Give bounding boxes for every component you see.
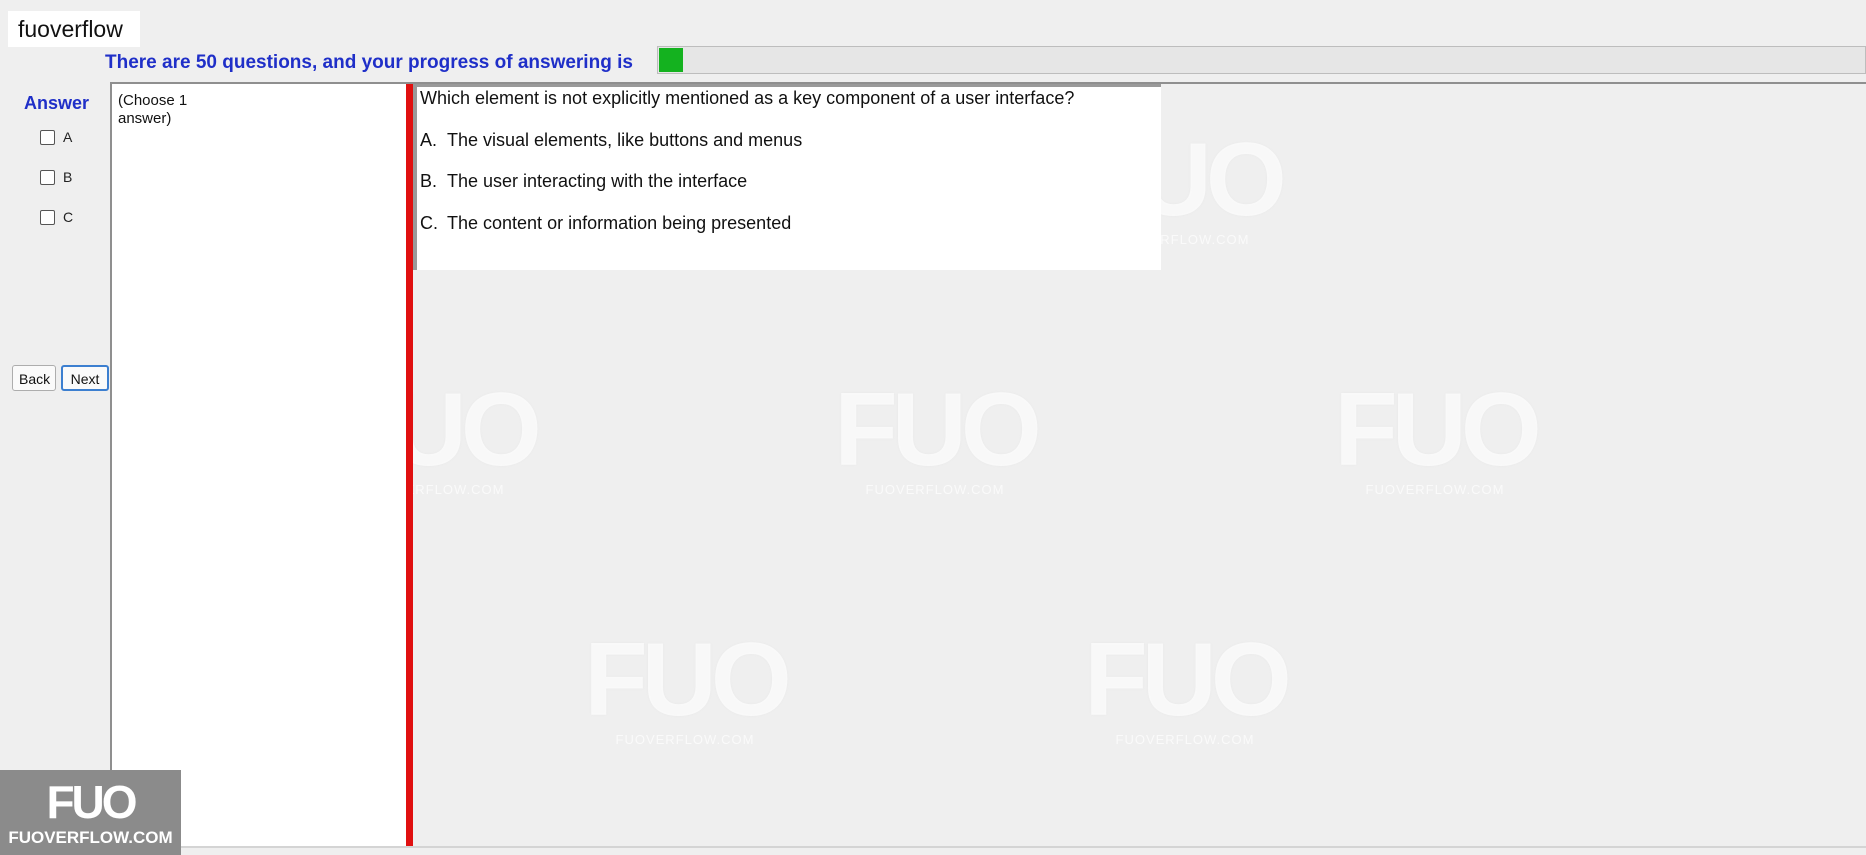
question-text: Which element is not explicitly mentione… (420, 88, 1075, 108)
next-button[interactable]: Next (61, 365, 109, 391)
progress-bar (657, 46, 1866, 74)
splitter[interactable] (406, 84, 413, 848)
instruction-panel (110, 84, 408, 848)
checkbox[interactable] (40, 169, 55, 185)
question-option-a: A. The visual elements, like buttons and … (420, 130, 802, 151)
option-letter: A. (420, 130, 438, 150)
answer-option-b[interactable]: B (40, 169, 72, 185)
option-label: C (63, 209, 74, 225)
app-title: fuoverflow (8, 11, 140, 47)
option-text: The visual elements, like buttons and me… (447, 130, 803, 150)
option-text: The user interacting with the interface (447, 171, 748, 191)
answer-option-c[interactable]: C (40, 209, 73, 225)
question-option-b: B. The user interacting with the interfac… (420, 171, 747, 192)
answer-heading: Answer (24, 93, 90, 113)
watermark: FUO FUOVERFLOW.COM (1334, 372, 1542, 497)
option-label: B (63, 169, 73, 185)
option-label: A (63, 129, 73, 145)
progress-fill (659, 48, 684, 72)
checkbox[interactable] (40, 129, 55, 145)
checkbox[interactable] (40, 209, 55, 225)
watermark: FUO FUOVERFLOW.COM (1084, 622, 1292, 747)
option-letter: C. (420, 213, 438, 233)
progress-label: There are 50 questions, and your progres… (105, 52, 633, 73)
instruction-text: (Choose 1 answer) (118, 92, 188, 127)
fuoverflow-logo: FUO FUOVERFLOW.COM (0, 770, 181, 855)
divider (0, 846, 1866, 848)
back-button[interactable]: Back (12, 365, 56, 391)
option-text: The content or information being present… (447, 213, 792, 233)
watermark: FUO FUOVERFLOW.COM (834, 372, 1042, 497)
question-option-c: C. The content or information being prese… (420, 213, 791, 234)
option-letter: B. (420, 171, 438, 191)
watermark: FUO FUOVERFLOW.COM (584, 622, 792, 747)
answer-option-a[interactable]: A (40, 129, 72, 145)
